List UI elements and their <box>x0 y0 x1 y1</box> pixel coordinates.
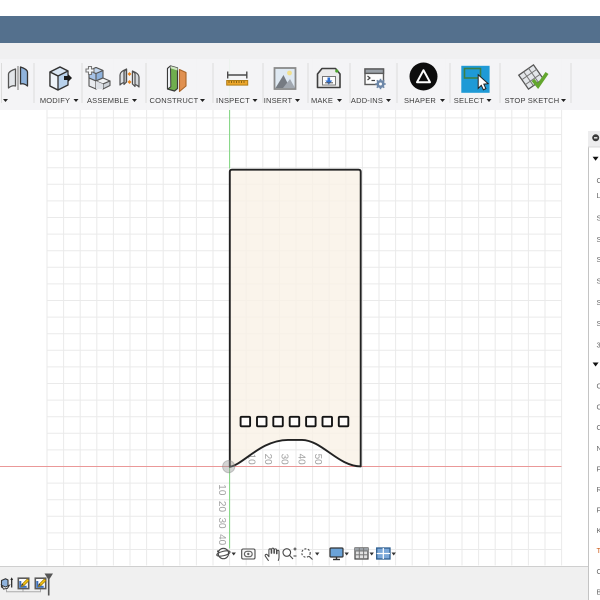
svg-text:S: S <box>597 276 600 285</box>
svg-text:L: L <box>597 191 600 200</box>
svg-text:50: 50 <box>312 454 323 466</box>
svg-text:INSPECT: INSPECT <box>216 96 250 105</box>
svg-text:F: F <box>597 464 600 473</box>
svg-text:40: 40 <box>295 454 306 466</box>
svg-text:F: F <box>597 505 600 514</box>
svg-text:MAKE: MAKE <box>311 96 333 105</box>
svg-text:20: 20 <box>216 501 227 513</box>
svg-text:C: C <box>597 176 600 185</box>
svg-text:C: C <box>597 567 600 576</box>
svg-text:ADD-INS: ADD-INS <box>351 96 383 105</box>
svg-text:S: S <box>597 255 600 264</box>
svg-text:K: K <box>597 526 600 535</box>
svg-text:30: 30 <box>216 518 227 530</box>
svg-text:SELECT: SELECT <box>454 96 485 105</box>
svg-text:O: O <box>597 423 600 432</box>
svg-text:SHAPER: SHAPER <box>404 96 436 105</box>
svg-text:ASSEMBLE: ASSEMBLE <box>87 96 129 105</box>
svg-text:T: T <box>597 546 600 555</box>
svg-text:S: S <box>597 213 600 222</box>
svg-text:R: R <box>597 485 600 494</box>
svg-text:20: 20 <box>262 454 273 466</box>
svg-text:C: C <box>597 402 600 411</box>
svg-text:10: 10 <box>216 484 227 496</box>
svg-text:MODIFY: MODIFY <box>40 96 70 105</box>
svg-text:S: S <box>597 319 600 328</box>
svg-text:S: S <box>597 235 600 244</box>
svg-text:STOP SKETCH: STOP SKETCH <box>505 96 560 105</box>
svg-text:30: 30 <box>279 454 290 466</box>
svg-text:CONSTRUCT: CONSTRUCT <box>150 96 199 105</box>
svg-text:3: 3 <box>597 340 600 349</box>
svg-text:B: B <box>597 587 600 596</box>
svg-text:N: N <box>597 444 600 453</box>
svg-text:INSERT: INSERT <box>264 96 293 105</box>
svg-text:S: S <box>597 298 600 307</box>
svg-text:C: C <box>597 381 600 390</box>
